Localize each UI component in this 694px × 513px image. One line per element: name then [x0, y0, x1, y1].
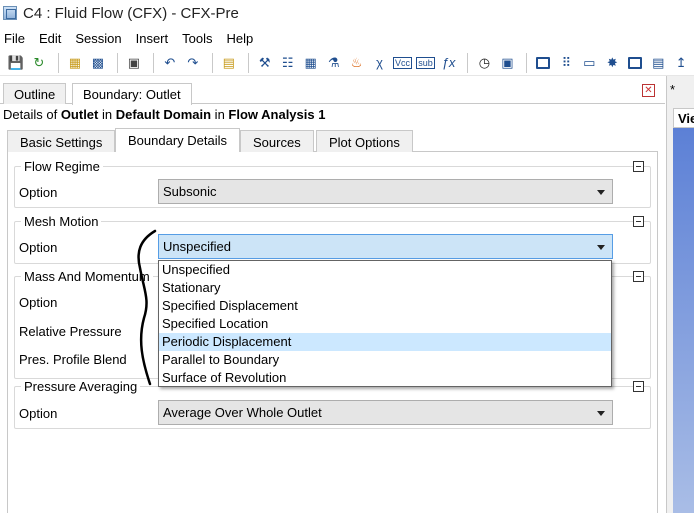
pressure-averaging-option-value: Average Over Whole Outlet: [163, 405, 322, 420]
viewer-tab[interactable]: *: [670, 82, 675, 97]
3d-viewport[interactable]: [673, 128, 694, 513]
tab-sources[interactable]: Sources: [240, 130, 314, 152]
collapse-icon[interactable]: [633, 271, 644, 282]
surface-icon[interactable]: ▭: [579, 53, 599, 73]
title-bar: C4 : Fluid Flow (CFX) - CFX-Pre: [0, 0, 694, 26]
option-periodic-displacement[interactable]: Periodic Displacement: [159, 333, 611, 351]
details-domain: Default Domain: [115, 107, 212, 122]
toolbar-divider: [152, 52, 154, 73]
main-toolbar: 💾 ↻ ▦ ▩ ▣ ↶ ↷ ▤ ⚒ ☷ ▦ ⚗ ♨ χ Vcc sub ƒx ◷…: [0, 50, 694, 76]
mesh-motion-option-select[interactable]: Unspecified: [158, 234, 613, 259]
expression-icon[interactable]: χ: [370, 53, 390, 73]
monitor-icon[interactable]: ▣: [497, 53, 517, 73]
menu-file[interactable]: File: [0, 31, 29, 46]
collapse-icon[interactable]: [633, 381, 644, 392]
pressure-averaging-title: Pressure Averaging: [21, 379, 141, 394]
plot-icon[interactable]: ↥: [671, 53, 691, 73]
undo-icon[interactable]: ↶: [160, 53, 180, 73]
toolbar-divider: [247, 52, 249, 73]
refresh-icon[interactable]: ↻: [29, 53, 49, 73]
menu-bar: File Edit Session Insert Tools Help: [0, 28, 263, 48]
subdomain-icon[interactable]: sub: [416, 53, 436, 73]
option-specified-displacement[interactable]: Specified Displacement: [159, 297, 611, 315]
camera-icon[interactable]: ▣: [124, 53, 144, 73]
option-unspecified[interactable]: Unspecified: [159, 261, 611, 279]
pressure-averaging-option-select[interactable]: Average Over Whole Outlet: [158, 400, 613, 425]
mesh-icon[interactable]: ▩: [88, 53, 108, 73]
mesh-motion-dropdown-list: Unspecified Stationary Specified Displac…: [158, 260, 612, 387]
interface-icon[interactable]: ▦: [301, 53, 321, 73]
mesh-motion-option-value: Unspecified: [163, 239, 231, 254]
mesh-motion-option-label: Option: [19, 240, 58, 255]
option-parallel-to-boundary[interactable]: Parallel to Boundary: [159, 351, 611, 369]
material-icon[interactable]: ⚗: [324, 53, 344, 73]
variable-icon[interactable]: Vcc: [393, 53, 413, 73]
option-surface-of-revolution[interactable]: Surface of Revolution: [159, 369, 611, 387]
timer-icon[interactable]: ◷: [474, 53, 494, 73]
details-object: Outlet: [60, 107, 99, 122]
region-icon[interactable]: [533, 53, 553, 73]
flow-regime-option-select[interactable]: Subsonic: [158, 179, 613, 204]
folder-icon[interactable]: ▤: [219, 53, 239, 73]
function-icon[interactable]: ƒx: [439, 53, 459, 73]
option-stationary[interactable]: Stationary: [159, 279, 611, 297]
toolbar-divider: [526, 52, 528, 73]
toolbar-divider: [467, 52, 469, 73]
viewer-pane: * Vie: [666, 76, 694, 513]
window-title: C4 : Fluid Flow (CFX) - CFX-Pre: [23, 4, 239, 22]
toolbar-divider: [57, 52, 59, 73]
collapse-icon[interactable]: [633, 161, 644, 172]
axis-icon[interactable]: ⠿: [556, 53, 576, 73]
points-icon[interactable]: ✸: [602, 53, 622, 73]
details-heading: Details of Outlet in Default Domain in F…: [3, 107, 325, 122]
tab-boundary-details[interactable]: Boundary Details: [115, 128, 240, 153]
menu-help[interactable]: Help: [222, 31, 257, 46]
option-specified-location[interactable]: Specified Location: [159, 315, 611, 333]
collapse-icon[interactable]: [633, 216, 644, 227]
toolbar-divider: [116, 52, 118, 73]
mass-momentum-title: Mass And Momentum: [21, 269, 153, 284]
solver-icon[interactable]: [625, 53, 645, 73]
details-analysis: Flow Analysis 1: [228, 107, 326, 122]
menu-session[interactable]: Session: [71, 31, 125, 46]
chevron-down-icon: [597, 190, 605, 195]
viewer-header: Vie: [673, 108, 694, 128]
mass-momentum-option-label: Option: [19, 295, 58, 310]
flow-regime-title: Flow Regime: [21, 159, 103, 174]
menu-edit[interactable]: Edit: [35, 31, 65, 46]
tab-boundary-outlet[interactable]: Boundary: Outlet: [72, 83, 192, 105]
cfx-app-icon: [3, 6, 17, 20]
relative-pressure-label: Relative Pressure: [19, 324, 122, 339]
redo-icon[interactable]: ↷: [183, 53, 203, 73]
tab-plot-options[interactable]: Plot Options: [316, 130, 413, 152]
toolbar-divider: [211, 52, 213, 73]
details-sep: in: [211, 107, 229, 122]
tab-outline[interactable]: Outline: [3, 83, 67, 104]
details-prefix: Details of: [3, 107, 61, 122]
details-sep: in: [98, 107, 116, 122]
flow-regime-option-label: Option: [19, 185, 58, 200]
chevron-down-icon: [597, 245, 605, 250]
chevron-down-icon: [597, 411, 605, 416]
tab-basic-settings[interactable]: Basic Settings: [7, 130, 116, 152]
transient-icon[interactable]: ▤: [648, 53, 668, 73]
close-icon[interactable]: ✕: [642, 84, 655, 97]
pres-profile-blend-label: Pres. Profile Blend: [19, 352, 127, 367]
panel-tab-bar: Outline Boundary: Outlet: [0, 82, 665, 105]
menu-insert[interactable]: Insert: [132, 31, 173, 46]
domain-icon[interactable]: ⚒: [255, 53, 275, 73]
pressure-averaging-option-label: Option: [19, 406, 58, 421]
menu-tools[interactable]: Tools: [178, 31, 216, 46]
flow-regime-option-value: Subsonic: [163, 184, 217, 199]
save-icon[interactable]: 💾: [6, 53, 26, 73]
import-mesh-icon[interactable]: ▦: [65, 53, 85, 73]
source-icon[interactable]: ♨: [347, 53, 367, 73]
details-tab-bar: Basic Settings Boundary Details Sources …: [7, 128, 658, 153]
mesh-motion-title: Mesh Motion: [21, 214, 102, 229]
boundary-icon[interactable]: ☷: [278, 53, 298, 73]
